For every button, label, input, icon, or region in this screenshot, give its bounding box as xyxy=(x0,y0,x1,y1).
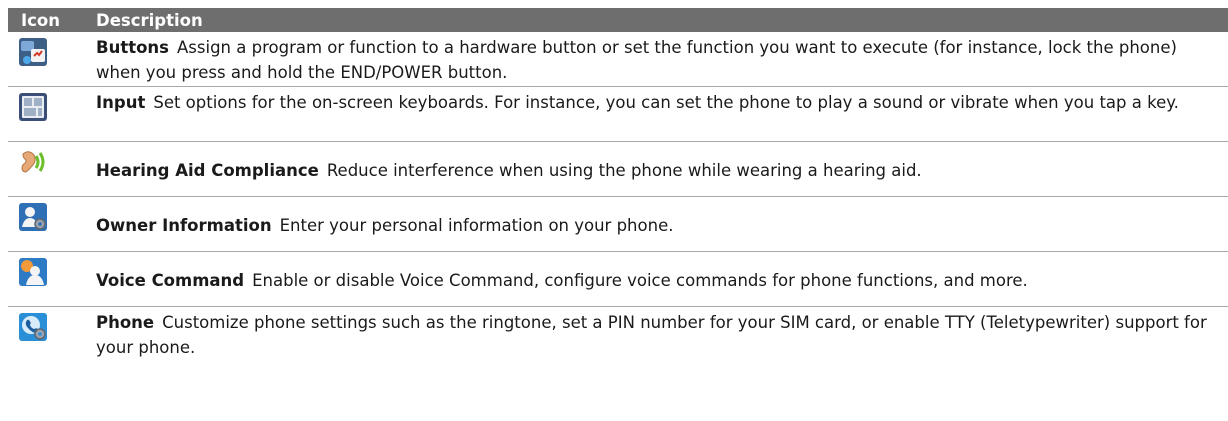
setting-name: Hearing Aid Compliance xyxy=(96,161,319,180)
setting-text: Customize phone settings such as the rin… xyxy=(96,313,1207,357)
header-description-column: Description xyxy=(96,10,203,30)
table-row: Phone Customize phone settings such as th… xyxy=(8,307,1228,363)
table-header: Icon Description xyxy=(8,8,1228,32)
setting-text: Assign a program or function to a hardwa… xyxy=(96,38,1177,82)
row-description: Hearing Aid Compliance Reduce interferenc… xyxy=(96,142,1228,196)
phone-settings-icon xyxy=(19,313,47,341)
row-description: Input Set options for the on-screen keybo… xyxy=(96,87,1228,141)
setting-name: Phone xyxy=(96,313,155,332)
setting-name: Voice Command xyxy=(96,271,245,290)
voice-command-icon xyxy=(19,258,47,286)
row-description: Phone Customize phone settings such as th… xyxy=(96,307,1228,363)
row-description: Buttons Assign a program or function to a… xyxy=(96,32,1228,86)
table-row: Input Set options for the on-screen keybo… xyxy=(8,87,1228,142)
row-description: Owner Information Enter your personal inf… xyxy=(96,197,1228,251)
setting-text: Set options for the on-screen keyboards.… xyxy=(153,93,1179,112)
setting-text: Reduce interference when using the phone… xyxy=(326,161,922,180)
setting-text: Enter your personal information on your … xyxy=(279,216,674,235)
table-row: Hearing Aid Compliance Reduce interferenc… xyxy=(8,142,1228,197)
table-row: Voice Command Enable or disable Voice Com… xyxy=(8,252,1228,307)
buttons-icon xyxy=(19,38,47,66)
hearing-aid-icon xyxy=(19,148,47,176)
table-row: Buttons Assign a program or function to a… xyxy=(8,32,1228,87)
setting-name: Input xyxy=(96,93,146,112)
setting-name: Owner Information xyxy=(96,216,272,235)
table-row: Owner Information Enter your personal inf… xyxy=(8,197,1228,252)
owner-information-icon xyxy=(19,203,47,231)
setting-name: Buttons xyxy=(96,38,170,57)
row-description: Voice Command Enable or disable Voice Com… xyxy=(96,252,1228,306)
input-icon xyxy=(19,93,47,121)
settings-table: Icon Description Buttons Assign a program… xyxy=(8,8,1228,363)
setting-text: Enable or disable Voice Command, configu… xyxy=(252,271,1028,290)
header-icon-column: Icon xyxy=(21,10,61,30)
